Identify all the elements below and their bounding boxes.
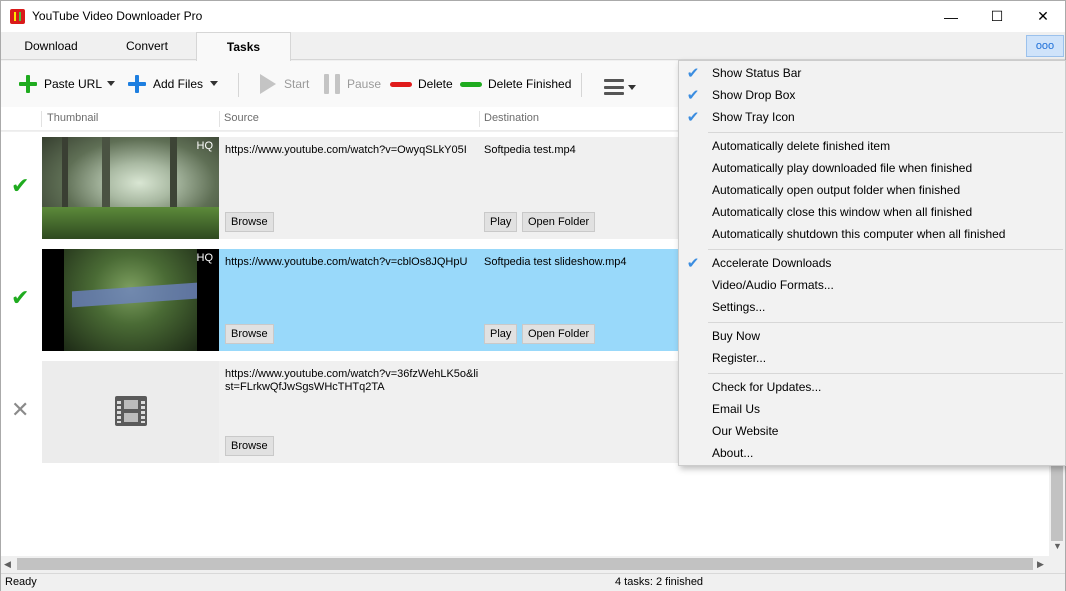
menu-item-show-tray-icon[interactable]: Show Tray Icon bbox=[712, 106, 795, 128]
video-placeholder-thumbnail bbox=[42, 361, 219, 463]
destination-filename: Softpedia test slideshow.mp4 bbox=[484, 256, 627, 268]
browse-button[interactable]: Browse bbox=[225, 436, 274, 456]
source-url: https://www.youtube.com/watch?v=36fzWehL… bbox=[225, 368, 479, 393]
check-icon: ✔ bbox=[686, 109, 700, 126]
play-button[interactable]: Play bbox=[484, 212, 518, 232]
add-files-label: Add Files bbox=[153, 77, 204, 91]
column-header-destination[interactable]: Destination bbox=[484, 112, 539, 124]
play-button[interactable]: Play bbox=[484, 324, 518, 344]
check-icon: ✔ bbox=[686, 255, 700, 272]
play-icon bbox=[260, 74, 276, 94]
browse-button[interactable]: Browse bbox=[225, 212, 274, 232]
paste-url-dropdown-arrow-icon[interactable] bbox=[107, 81, 115, 86]
check-icon: ✔ bbox=[686, 87, 700, 104]
menu-item-video-audio-formats[interactable]: Video/Audio Formats... bbox=[712, 274, 834, 296]
tab-download[interactable]: Download bbox=[11, 32, 91, 60]
menu-item-accelerate-downloads[interactable]: Accelerate Downloads bbox=[712, 252, 831, 274]
delete-finished-button[interactable]: Delete Finished bbox=[460, 73, 571, 95]
menu-item-register[interactable]: Register... bbox=[712, 347, 766, 369]
scroll-down-icon[interactable]: ▼ bbox=[1053, 541, 1062, 551]
source-url: https://www.youtube.com/watch?v=OwyqSLkY… bbox=[225, 144, 467, 156]
menu-item-email-us[interactable]: Email Us bbox=[712, 398, 760, 420]
more-options-button[interactable]: ooo bbox=[1026, 35, 1064, 57]
menu-item-auto-close-window[interactable]: Automatically close this window when all… bbox=[712, 201, 972, 223]
check-icon: ✔ bbox=[686, 65, 700, 82]
menu-item-our-website[interactable]: Our Website bbox=[712, 420, 778, 442]
delete-finished-icon bbox=[460, 81, 482, 87]
failed-cross-icon: ✕ bbox=[11, 397, 30, 422]
tab-convert[interactable]: Convert bbox=[105, 32, 189, 60]
menu-item-buy-now[interactable]: Buy Now bbox=[712, 325, 760, 347]
open-folder-button[interactable]: Open Folder bbox=[522, 324, 596, 344]
options-dropdown-menu: ✔ Show Status Bar ✔ Show Drop Box ✔ Show… bbox=[678, 60, 1066, 466]
toolbar-separator bbox=[238, 73, 239, 97]
delete-finished-label: Delete Finished bbox=[488, 77, 572, 91]
column-separator bbox=[219, 111, 220, 127]
menu-separator bbox=[708, 249, 1063, 250]
menu-item-check-for-updates[interactable]: Check for Updates... bbox=[712, 376, 821, 398]
add-files-dropdown-arrow-icon[interactable] bbox=[210, 81, 218, 86]
scroll-left-icon[interactable]: ◀ bbox=[4, 559, 11, 570]
app-logo-icon bbox=[10, 9, 25, 24]
hq-badge: HQ bbox=[196, 140, 214, 152]
scroll-thumb[interactable] bbox=[17, 558, 1033, 570]
column-header-source[interactable]: Source bbox=[224, 112, 259, 124]
paste-url-label: Paste URL bbox=[44, 77, 103, 91]
browse-button[interactable]: Browse bbox=[225, 324, 274, 344]
tab-tasks[interactable]: Tasks bbox=[196, 32, 291, 61]
status-bar: Ready 4 tasks: 2 finished bbox=[1, 573, 1065, 591]
add-files-icon bbox=[127, 74, 147, 94]
scroll-right-icon[interactable]: ▶ bbox=[1037, 559, 1044, 570]
column-header-thumbnail[interactable]: Thumbnail bbox=[47, 112, 98, 124]
open-folder-button[interactable]: Open Folder bbox=[522, 212, 596, 232]
menu-item-auto-open-output-folder[interactable]: Automatically open output folder when fi… bbox=[712, 179, 960, 201]
pause-icon bbox=[324, 74, 340, 94]
finished-check-icon: ✔ bbox=[11, 285, 30, 310]
destination-filename: Softpedia test.mp4 bbox=[484, 144, 576, 156]
menu-separator bbox=[708, 373, 1063, 374]
finished-check-icon: ✔ bbox=[11, 173, 30, 198]
chevron-down-icon bbox=[628, 84, 636, 90]
menu-item-show-status-bar[interactable]: Show Status Bar bbox=[712, 62, 801, 84]
column-separator bbox=[479, 111, 480, 127]
window-title: YouTube Video Downloader Pro bbox=[32, 9, 203, 23]
delete-label: Delete bbox=[418, 77, 453, 91]
video-thumbnail: HQ bbox=[42, 137, 219, 239]
menu-item-settings[interactable]: Settings... bbox=[712, 296, 765, 318]
video-thumbnail: HQ bbox=[42, 249, 219, 351]
title-bar: YouTube Video Downloader Pro — ☐ ✕ bbox=[1, 1, 1065, 32]
delete-button[interactable]: Delete bbox=[390, 73, 453, 95]
menu-item-show-drop-box[interactable]: Show Drop Box bbox=[712, 84, 795, 106]
film-strip-icon bbox=[115, 396, 147, 426]
minimize-button[interactable]: — bbox=[928, 1, 974, 32]
toolbar-separator bbox=[581, 73, 582, 97]
menu-item-auto-delete-finished[interactable]: Automatically delete finished item bbox=[712, 135, 890, 157]
menu-item-auto-shutdown[interactable]: Automatically shutdown this computer whe… bbox=[712, 223, 1005, 245]
column-separator bbox=[41, 111, 42, 127]
paste-url-button[interactable]: Paste URL bbox=[18, 73, 102, 95]
menu-item-auto-play-downloaded[interactable]: Automatically play downloaded file when … bbox=[712, 157, 972, 179]
status-text: Ready bbox=[5, 576, 37, 588]
start-label: Start bbox=[284, 77, 310, 91]
add-files-button[interactable]: Add Files bbox=[127, 73, 203, 95]
delete-icon bbox=[390, 81, 412, 87]
horizontal-scrollbar[interactable]: ◀ ▶ bbox=[1, 556, 1049, 572]
options-menu-button[interactable] bbox=[604, 76, 636, 98]
close-button[interactable]: ✕ bbox=[1020, 1, 1066, 32]
menu-separator bbox=[708, 322, 1063, 323]
hamburger-menu-icon bbox=[604, 79, 624, 95]
start-button[interactable]: Start bbox=[260, 73, 309, 95]
pause-label: Pause bbox=[347, 77, 382, 91]
app-window: YouTube Video Downloader Pro — ☐ ✕ Downl… bbox=[0, 0, 1066, 591]
add-icon bbox=[18, 74, 38, 94]
source-url: https://www.youtube.com/watch?v=cblOs8JQ… bbox=[225, 256, 468, 268]
hq-badge: HQ bbox=[196, 252, 214, 264]
menu-separator bbox=[708, 132, 1063, 133]
pause-button[interactable]: Pause bbox=[324, 73, 381, 95]
tab-bar: Download Convert Tasks bbox=[1, 32, 1065, 61]
menu-item-about[interactable]: About... bbox=[712, 442, 753, 464]
task-count: 4 tasks: 2 finished bbox=[615, 576, 704, 588]
maximize-button[interactable]: ☐ bbox=[974, 1, 1020, 32]
